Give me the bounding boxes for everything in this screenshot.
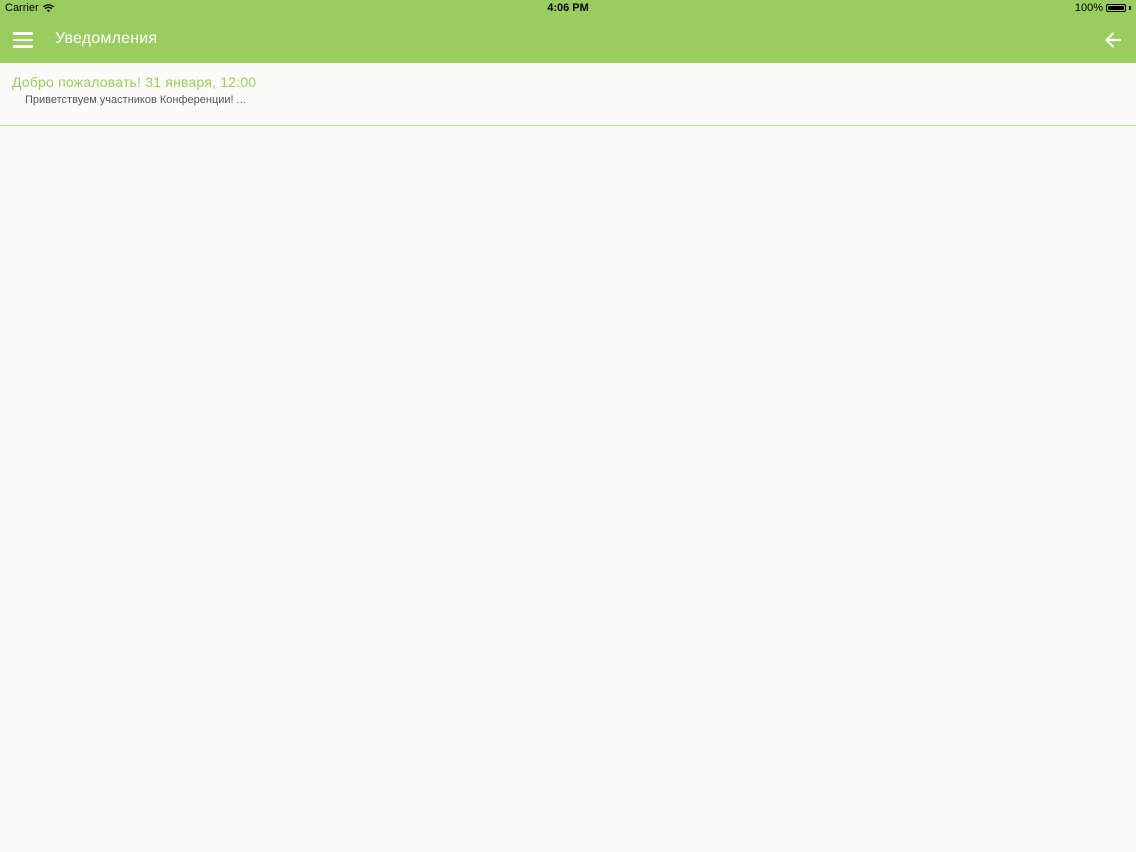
arrow-left-icon[interactable] bbox=[1103, 30, 1123, 50]
page-title: Уведомления bbox=[55, 30, 158, 47]
battery-percent: 100% bbox=[1074, 2, 1103, 14]
nav-bar: Уведомления bbox=[0, 17, 1136, 63]
status-bar: Carrier 4:06 PM 100% bbox=[0, 0, 1136, 17]
notification-preview: Приветствуем участников Конференции! ... bbox=[25, 94, 246, 106]
status-right: 100% bbox=[1075, 2, 1131, 14]
battery-icon bbox=[1106, 4, 1126, 12]
notifications-list: Добро пожаловать! 31 января, 12:00 Приве… bbox=[0, 63, 1136, 126]
app-header: Carrier 4:06 PM 100% Уведомления bbox=[0, 0, 1136, 63]
hamburger-menu-icon[interactable] bbox=[13, 32, 33, 48]
notification-item[interactable]: Добро пожаловать! 31 января, 12:00 Приве… bbox=[0, 63, 1136, 126]
notification-title: Добро пожаловать! 31 января, 12:00 bbox=[12, 74, 257, 90]
battery-tip bbox=[1129, 6, 1131, 10]
status-time: 4:06 PM bbox=[547, 2, 589, 14]
